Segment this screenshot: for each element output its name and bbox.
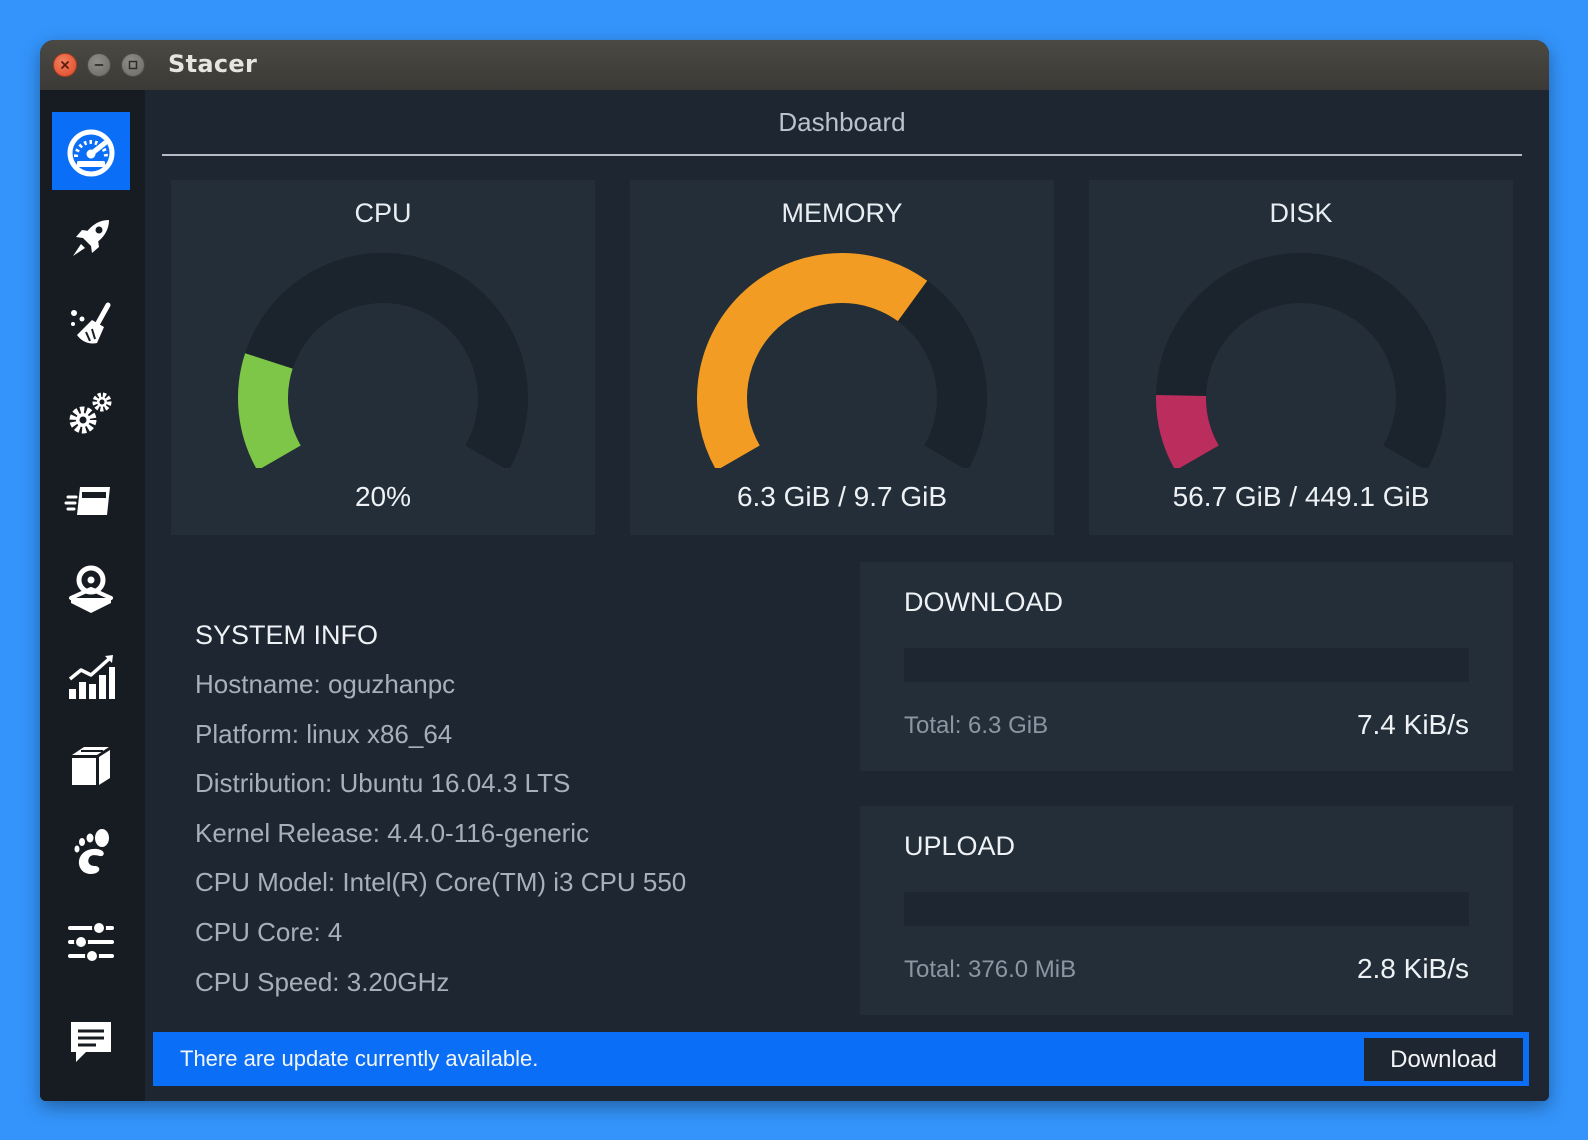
dashboard-page: Dashboard CPU 20% MEMORY 6.3 GiB / 9.7 G…: [145, 90, 1549, 1101]
system-info-cpu-model: CPU Model: Intel(R) Core(TM) i3 CPU 550: [195, 867, 687, 898]
window-title: Stacer: [168, 50, 258, 78]
gauge-fill: [1156, 394, 1220, 468]
sidebar-item-startup-apps[interactable]: [52, 199, 130, 277]
system-info-kernel: Kernel Release: 4.4.0-116-generic: [195, 817, 590, 848]
upload-card: UPLOAD Total: 376.0 MiB 2.8 KiB/s: [860, 806, 1513, 1015]
upload-progress-bar: [904, 892, 1469, 926]
gauge-fill: [238, 353, 302, 468]
sidebar: [40, 90, 145, 1101]
sidebar-item-gnome-settings[interactable]: [52, 815, 130, 893]
maximize-icon: [128, 60, 138, 70]
download-progress-bar: [904, 648, 1469, 682]
close-icon: [61, 61, 69, 69]
processes-icon: [64, 487, 110, 515]
update-notification-bar: There are update currently available. Do…: [153, 1032, 1529, 1086]
title-bar: Stacer: [40, 40, 1549, 90]
sidebar-item-processes[interactable]: [52, 463, 130, 541]
gauge-title: MEMORY: [781, 198, 903, 228]
maximize-window-button[interactable]: [121, 53, 145, 77]
download-card: DOWNLOAD Total: 6.3 GiB 7.4 KiB/s: [860, 562, 1513, 771]
download-update-button[interactable]: Download: [1364, 1038, 1523, 1081]
disk-gauge: [1156, 253, 1446, 468]
download-speed: 7.4 KiB/s: [1356, 709, 1469, 740]
gauge-value: 20%: [354, 481, 412, 512]
uninstaller-icon: [69, 565, 113, 613]
gauge-title: CPU: [354, 198, 412, 228]
system-info-panel: SYSTEM INFO Hostname: oguzhanpc Platform…: [195, 610, 835, 1007]
gauge-title: DISK: [1269, 198, 1333, 228]
gauge-value: 6.3 GiB / 9.7 GiB: [736, 481, 948, 512]
sidebar-item-apt-repository[interactable]: [52, 727, 130, 805]
system-info-platform: Platform: linux x86_64: [195, 718, 453, 749]
close-window-button[interactable]: [53, 53, 77, 77]
upload-title: UPLOAD: [904, 831, 1016, 861]
sidebar-item-system-services[interactable]: [52, 375, 130, 453]
gauge-track: [238, 253, 528, 468]
broom-cleaner-icon: [71, 302, 111, 344]
system-info-title: SYSTEM INFO: [195, 620, 379, 650]
sidebar-item-dashboard[interactable]: [52, 112, 130, 190]
sidebar-item-uninstaller[interactable]: [52, 551, 130, 629]
gauge-value: 56.7 GiB / 449.1 GiB: [1172, 481, 1430, 512]
upload-total: Total: 376.0 MiB: [904, 956, 1077, 983]
package-box-icon: [72, 747, 110, 785]
sidebar-item-system-cleaner[interactable]: [52, 287, 130, 365]
cpu-gauge: [238, 253, 528, 468]
dashboard-gauge-icon: [67, 129, 115, 177]
system-info-hostname: Hostname: oguzhanpc: [195, 669, 456, 699]
upload-speed: 2.8 KiB/s: [1356, 953, 1469, 984]
stacer-window: Stacer Dashboard CPU 20% MEMORY 6.3 GiB …: [40, 40, 1549, 1101]
download-title: DOWNLOAD: [904, 587, 1064, 617]
minimize-icon: [94, 64, 104, 66]
feedback-message-icon: [71, 1022, 111, 1062]
disk-gauge-card: DISK 56.7 GiB / 449.1 GiB: [1089, 180, 1513, 535]
memory-gauge: [697, 253, 987, 468]
memory-gauge-card: MEMORY 6.3 GiB / 9.7 GiB: [630, 180, 1054, 535]
sidebar-item-settings[interactable]: [52, 903, 130, 981]
gnome-foot-icon: [74, 829, 109, 874]
download-total: Total: 6.3 GiB: [904, 712, 1049, 739]
gauge-track: [1156, 253, 1446, 468]
system-info-cpu-core: CPU Core: 4: [195, 916, 343, 947]
system-info-distribution: Distribution: Ubuntu 16.04.3 LTS: [195, 768, 571, 799]
resources-chart-icon: [68, 655, 115, 699]
gauge-fill: [697, 253, 928, 468]
update-message: There are update currently available.: [180, 1046, 539, 1071]
minimize-window-button[interactable]: [87, 53, 111, 77]
sidebar-item-resources[interactable]: [52, 639, 130, 717]
gears-services-icon: [69, 392, 112, 434]
sliders-settings-icon: [68, 921, 114, 963]
cpu-gauge-card: CPU 20%: [171, 180, 595, 535]
system-info-cpu-speed: CPU Speed: 3.20GHz: [195, 966, 450, 997]
page-title: Dashboard: [162, 90, 1522, 156]
rocket-startup-icon: [73, 220, 109, 256]
sidebar-item-feedback[interactable]: [52, 1002, 130, 1080]
